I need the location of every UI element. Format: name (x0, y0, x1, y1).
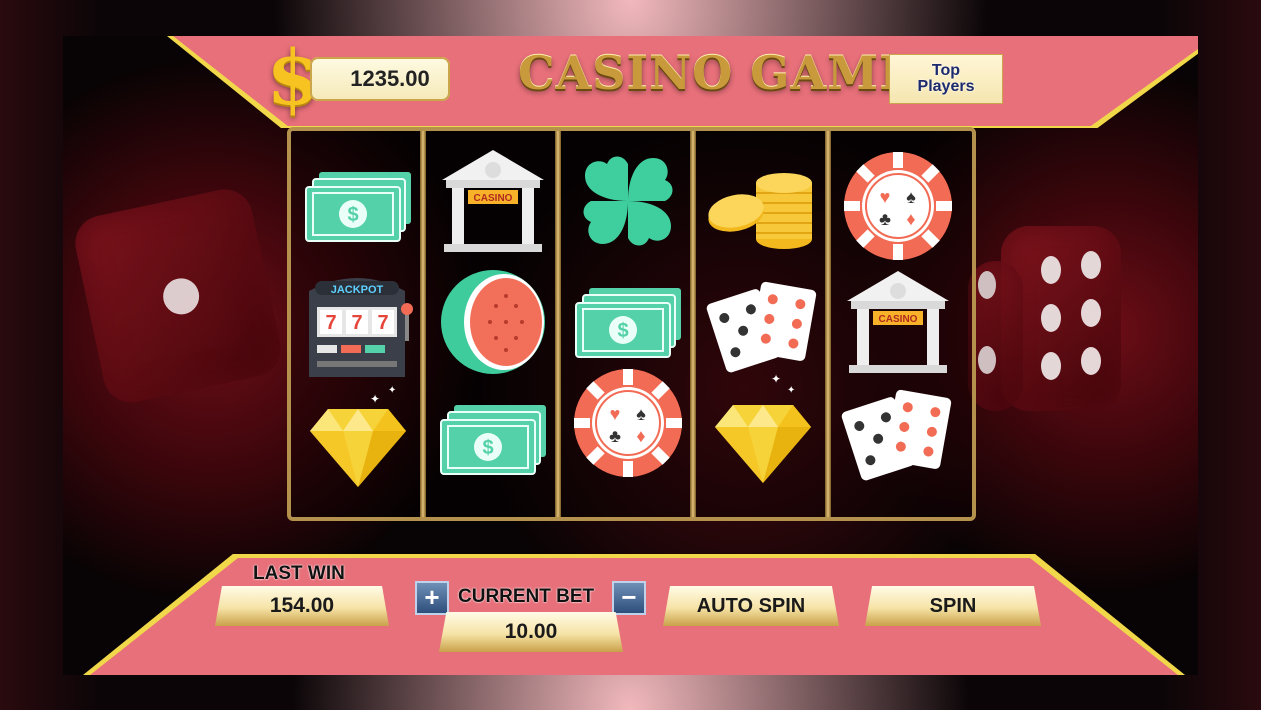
casino-building-icon: CASINO (838, 267, 958, 377)
top-players-label: Top Players (917, 62, 975, 95)
watermelon-icon (433, 266, 553, 376)
current-bet-display: 10.00 (439, 612, 623, 652)
svg-text:♣: ♣ (879, 209, 891, 229)
svg-text:✦: ✦ (771, 372, 781, 386)
auto-spin-button[interactable]: AUTO SPIN (663, 586, 839, 626)
spin-button[interactable]: SPIN (865, 586, 1041, 626)
increase-bet-button[interactable]: + (415, 581, 449, 615)
cash-stack-icon: $ (568, 269, 688, 379)
svg-text:7: 7 (377, 312, 388, 334)
cash-stack-icon: $ (433, 386, 553, 496)
svg-text:♠: ♠ (906, 187, 916, 207)
balance-display: 1235.00 (310, 57, 450, 101)
cash-stack-icon: $ (298, 153, 418, 263)
svg-text:$: $ (347, 204, 358, 226)
svg-text:♦: ♦ (906, 209, 915, 229)
svg-text:✦: ✦ (388, 385, 396, 396)
svg-text:♥: ♥ (610, 404, 621, 424)
svg-text:♥: ♥ (880, 187, 891, 207)
background-die-left (70, 184, 286, 408)
reel-1: $ JACKPOT 7 7 7 ✦ ✦ (291, 131, 425, 517)
last-win-label: LAST WIN (253, 563, 345, 584)
reel-2: CASINO $ (426, 131, 560, 517)
svg-text:$: $ (617, 320, 628, 342)
spin-label: SPIN (929, 594, 977, 617)
last-win-display: 154.00 (215, 586, 389, 626)
svg-text:♦: ♦ (636, 426, 645, 446)
svg-text:♠: ♠ (636, 404, 646, 424)
background-die-right-partial (968, 261, 1023, 411)
casino-building-icon: CASINO (433, 146, 553, 256)
playing-cards-icon (838, 381, 958, 491)
svg-text:7: 7 (325, 312, 336, 334)
diamond-icon: ✦ ✦ (298, 385, 418, 501)
jackpot-slot-machine-icon: JACKPOT 7 7 7 (298, 271, 418, 381)
reel-5: ♥ ♠ ♣ ♦ CASINO (831, 131, 965, 517)
current-bet-label: CURRENT BET (458, 586, 595, 607)
four-leaf-clover-icon (568, 146, 688, 256)
top-players-button[interactable]: Top Players (889, 54, 1003, 104)
svg-text:♣: ♣ (609, 426, 621, 446)
reel-3: $ ♥ ♠ ♣ ♦ (561, 131, 695, 517)
svg-text:$: $ (482, 437, 493, 459)
jackpot-sign-text: JACKPOT (330, 284, 383, 296)
svg-text:✦: ✦ (787, 385, 795, 396)
svg-text:7: 7 (351, 312, 362, 334)
auto-spin-label: AUTO SPIN (696, 594, 806, 617)
poker-chip-icon: ♥ ♠ ♣ ♦ (568, 368, 688, 478)
casino-sign-text: CASINO (474, 193, 513, 204)
playing-cards-icon (703, 273, 823, 383)
poker-chip-icon: ♥ ♠ ♣ ♦ (838, 151, 958, 261)
game-title: CASINO GAME (518, 46, 916, 100)
svg-text:CASINO: CASINO (879, 314, 918, 325)
game-screen: $ 1235.00 CASINO GAME Top Players $ JACK… (63, 36, 1198, 675)
reel-4: ✦ ✦ (696, 131, 830, 517)
reel-window: $ JACKPOT 7 7 7 ✦ ✦ CASINO $ $ ♥ ♠ ♣ ♦ ✦… (287, 127, 976, 521)
gold-coins-icon (703, 153, 823, 263)
diamond-icon: ✦ ✦ (703, 372, 823, 497)
decrease-bet-button[interactable]: − (612, 581, 646, 615)
svg-text:✦: ✦ (370, 392, 380, 406)
